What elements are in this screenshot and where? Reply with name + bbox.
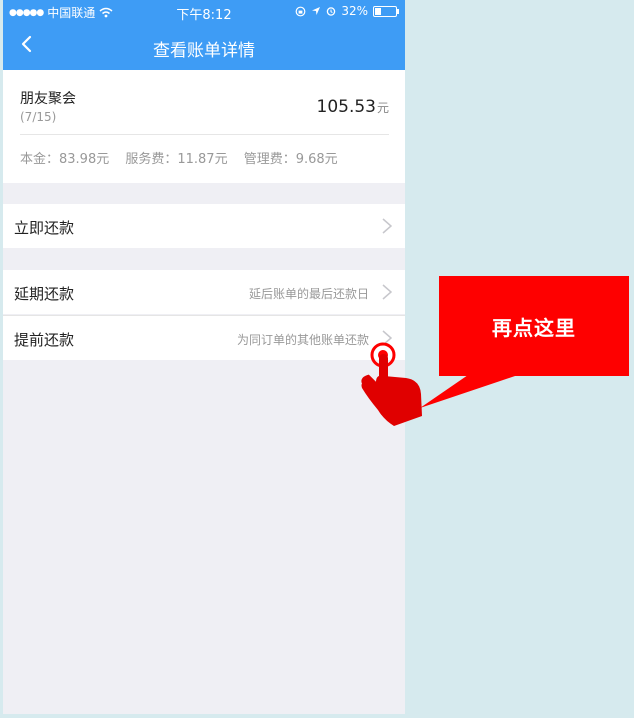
pointing-hand-icon (361, 354, 422, 426)
tap-hint-overlay (361, 342, 518, 426)
callout-pointer (420, 375, 518, 408)
